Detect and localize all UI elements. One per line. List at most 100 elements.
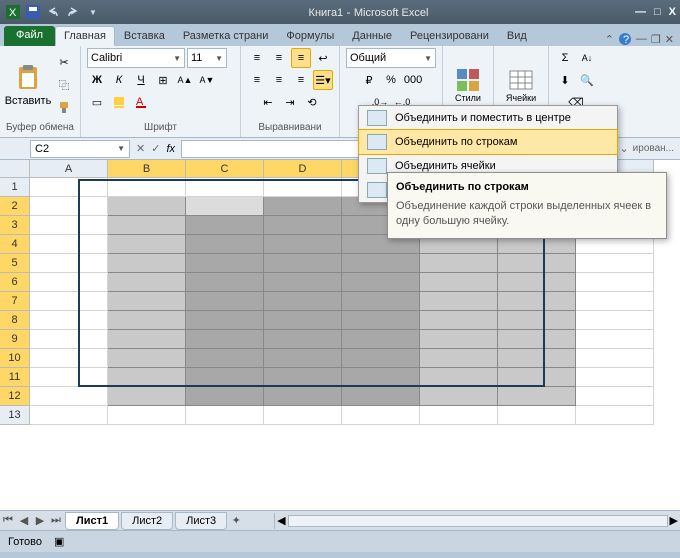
cell[interactable] (264, 387, 342, 406)
cell[interactable] (108, 311, 186, 330)
qat-dropdown-icon[interactable]: ▼ (84, 3, 102, 21)
wrap-text-icon[interactable]: ↩ (313, 48, 333, 68)
align-middle-icon[interactable]: ≡ (269, 48, 289, 68)
cell[interactable] (186, 387, 264, 406)
cell[interactable] (30, 330, 108, 349)
cell[interactable] (186, 311, 264, 330)
cell[interactable] (420, 387, 498, 406)
cell[interactable] (108, 330, 186, 349)
cut-icon[interactable]: ✂ (54, 53, 74, 73)
cell[interactable] (576, 254, 654, 273)
border-bottom-icon[interactable]: ▭ (87, 92, 107, 112)
decrease-indent-icon[interactable]: ⇤ (258, 92, 278, 112)
name-box[interactable]: C2▼ (30, 140, 130, 158)
row-header[interactable]: 4 (0, 235, 30, 254)
decrease-font-icon[interactable]: A▼ (197, 70, 217, 90)
row-header[interactable]: 2 (0, 197, 30, 216)
cell[interactable] (30, 197, 108, 216)
cell[interactable] (420, 254, 498, 273)
cell[interactable] (264, 178, 342, 197)
cell[interactable] (342, 368, 420, 387)
cell[interactable] (342, 406, 420, 425)
underline-button[interactable]: Ч (131, 70, 151, 90)
macro-record-icon[interactable]: ▣ (54, 535, 64, 548)
fx-label[interactable]: fx (166, 143, 175, 155)
row-header[interactable]: 1 (0, 178, 30, 197)
tab-home[interactable]: Главная (55, 26, 115, 46)
format-painter-icon[interactable] (54, 97, 74, 117)
cell[interactable] (342, 311, 420, 330)
cell[interactable] (264, 235, 342, 254)
row-header[interactable]: 3 (0, 216, 30, 235)
cell[interactable] (420, 330, 498, 349)
cell[interactable] (264, 406, 342, 425)
cell[interactable] (108, 273, 186, 292)
cell[interactable] (186, 349, 264, 368)
row-header[interactable]: 9 (0, 330, 30, 349)
cell[interactable] (498, 273, 576, 292)
autosum-icon[interactable]: Σ (555, 48, 575, 68)
row-header[interactable]: 6 (0, 273, 30, 292)
cell[interactable] (30, 178, 108, 197)
increase-indent-icon[interactable]: ⇥ (280, 92, 300, 112)
tab-review[interactable]: Рецензировани (401, 26, 498, 46)
cell[interactable] (30, 235, 108, 254)
cell[interactable] (576, 368, 654, 387)
italic-button[interactable]: К (109, 70, 129, 90)
cell[interactable] (264, 311, 342, 330)
cell[interactable] (576, 292, 654, 311)
cell[interactable] (264, 368, 342, 387)
cell[interactable] (108, 197, 186, 216)
percent-icon[interactable]: % (381, 70, 401, 90)
cell[interactable] (186, 368, 264, 387)
cell[interactable] (498, 387, 576, 406)
help-icon[interactable]: ? (618, 32, 632, 46)
cell[interactable] (420, 292, 498, 311)
cell[interactable] (498, 406, 576, 425)
cell[interactable] (108, 254, 186, 273)
cell[interactable] (186, 273, 264, 292)
cell[interactable] (420, 406, 498, 425)
column-header[interactable]: A (30, 160, 108, 178)
cell[interactable] (186, 292, 264, 311)
column-header[interactable]: C (186, 160, 264, 178)
save-icon[interactable] (24, 3, 42, 21)
tab-insert[interactable]: Вставка (115, 26, 174, 46)
cell[interactable] (186, 406, 264, 425)
maximize-button[interactable]: □ (654, 6, 661, 18)
cell[interactable] (342, 273, 420, 292)
cell[interactable] (30, 292, 108, 311)
sort-icon[interactable]: A↓ (577, 48, 597, 68)
cell[interactable] (342, 387, 420, 406)
row-header[interactable]: 8 (0, 311, 30, 330)
tab-pagelayout[interactable]: Разметка страни (174, 26, 278, 46)
excel-icon[interactable]: X (4, 3, 22, 21)
cell[interactable] (30, 273, 108, 292)
ribbon-minimize-icon[interactable]: ⌃ (605, 33, 614, 46)
cell[interactable] (264, 292, 342, 311)
cell[interactable] (498, 330, 576, 349)
cell[interactable] (576, 406, 654, 425)
minimize-button[interactable]: — (635, 6, 646, 18)
merge-and-center-item[interactable]: Объединить и поместить в центре (359, 106, 617, 130)
horizontal-scrollbar[interactable]: ◀ ▶ (274, 513, 680, 529)
new-sheet-icon[interactable]: ✦ (228, 513, 244, 529)
file-tab[interactable]: Файл (4, 26, 55, 46)
redo-icon[interactable] (64, 3, 82, 21)
sheet-nav-last-icon[interactable]: ⏭ (48, 513, 64, 529)
sheet-nav-prev-icon[interactable]: ◀ (16, 513, 32, 529)
row-header[interactable]: 13 (0, 406, 30, 425)
font-size-combo[interactable]: 11▼ (187, 48, 227, 68)
increase-font-icon[interactable]: A▲ (175, 70, 195, 90)
close-button[interactable]: X (669, 6, 676, 18)
cell[interactable] (420, 368, 498, 387)
currency-icon[interactable]: ₽ (359, 70, 379, 90)
align-left-icon[interactable]: ≡ (247, 70, 267, 90)
row-header[interactable]: 11 (0, 368, 30, 387)
tab-view[interactable]: Вид (498, 26, 536, 46)
cell[interactable] (498, 292, 576, 311)
align-bottom-icon[interactable]: ≡ (291, 48, 311, 68)
tab-formulas[interactable]: Формулы (277, 26, 343, 46)
doc-minimize-icon[interactable]: — (636, 33, 647, 45)
undo-icon[interactable] (44, 3, 62, 21)
